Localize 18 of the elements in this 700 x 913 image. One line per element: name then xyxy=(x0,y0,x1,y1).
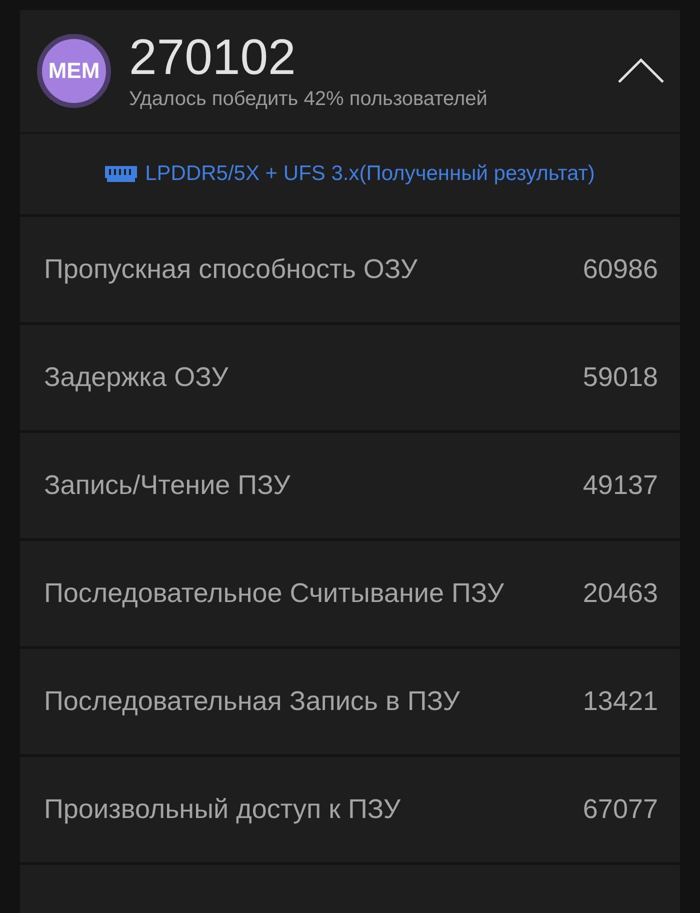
test-name: Запись/Чтение ПЗУ xyxy=(44,468,292,502)
test-name: Последовательное Считывание ПЗУ xyxy=(44,576,506,610)
test-score: 20463 xyxy=(582,578,658,609)
memory-type-text: LPDDR5/5X + UFS 3.x(Полученный результат) xyxy=(145,162,595,186)
ram-module-icon xyxy=(105,166,138,182)
test-name: Задержка ОЗУ xyxy=(44,360,230,394)
test-score: 13421 xyxy=(582,686,658,717)
test-name: Последовательная Запись в ПЗУ xyxy=(44,684,461,718)
test-score: 59018 xyxy=(582,362,658,393)
collapse-chevron-icon[interactable] xyxy=(618,58,664,84)
test-score: 49137 xyxy=(582,470,658,501)
test-name: Пропускная способность ОЗУ xyxy=(44,252,419,286)
test-score: 60986 xyxy=(582,254,658,285)
mem-badge: MEM xyxy=(37,34,111,108)
score-value: 270102 xyxy=(129,32,297,82)
test-score: 67077 xyxy=(582,794,658,825)
percentile-text: Удалось победить 42% пользователей xyxy=(129,88,488,110)
test-name: Произвольный доступ к ПЗУ xyxy=(44,792,402,826)
